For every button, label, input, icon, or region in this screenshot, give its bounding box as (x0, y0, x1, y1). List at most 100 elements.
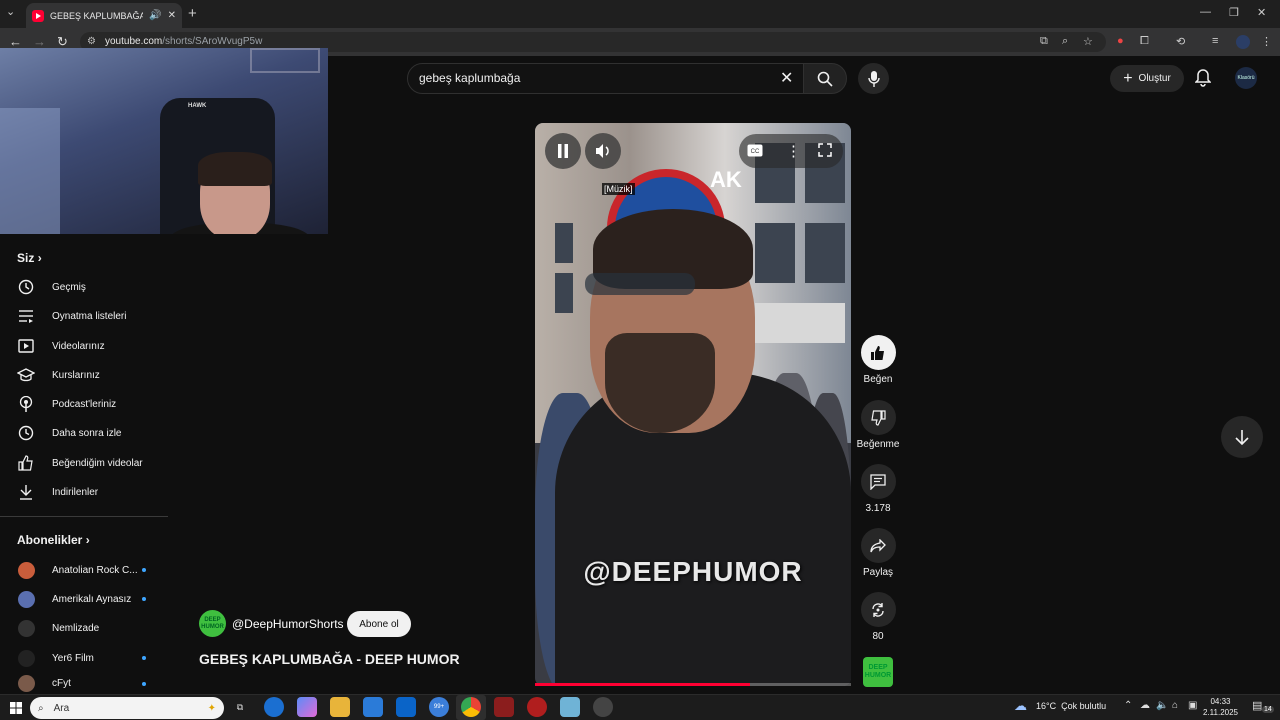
windows-start-icon[interactable] (10, 701, 22, 719)
sidebar-item-label: Geçmiş (52, 281, 86, 293)
sidebar-subscription-item[interactable]: Yer6 Film (0, 644, 168, 672)
sidebar-subscription-item[interactable]: Amerikalı Aynasız (0, 585, 168, 613)
site-info-icon[interactable]: ⚙ (87, 36, 96, 47)
valorant-app-icon[interactable] (527, 697, 547, 717)
sidebar-item-playlists[interactable]: Oynatma listeleri (0, 302, 168, 330)
forward-arrow-icon[interactable]: → (33, 34, 46, 49)
extensions-puzzle-icon[interactable]: ⧠ (1140, 35, 1149, 48)
weather-cloud-icon[interactable]: ☁ (1014, 698, 1027, 714)
volume-button[interactable] (585, 133, 621, 169)
network-icon[interactable]: ⌂ (1172, 700, 1178, 711)
minimize-window-button[interactable]: — (1200, 6, 1211, 18)
account-avatar[interactable]: Klasörü (1235, 67, 1257, 89)
channel-avatar[interactable]: DEEP HUMOR (199, 610, 226, 637)
sidebar-item-history[interactable]: Geçmiş (0, 273, 168, 301)
tray-display-icon[interactable]: ▣ (1188, 700, 1197, 711)
taskbar-search-input[interactable]: ⌕ Ara ✦ (30, 697, 224, 719)
create-label: Oluştur (1138, 73, 1171, 84)
sidebar-item-courses[interactable]: Kurslarınız (0, 361, 168, 389)
dislike-button[interactable]: Beğenme (857, 400, 899, 450)
outlook-icon[interactable] (396, 697, 416, 717)
pause-button[interactable] (545, 133, 581, 169)
create-button[interactable]: + Oluştur (1110, 65, 1184, 92)
closed-captions-icon[interactable]: CC (747, 144, 763, 162)
tab-audio-icon[interactable]: 🔊 (149, 10, 161, 21)
bookmark-star-icon[interactable]: ☆ (1083, 35, 1093, 48)
sidebar-subscription-item[interactable]: Anatolian Rock C... (0, 556, 168, 584)
sidebar-item-downloads[interactable]: İndirilenler (0, 478, 168, 506)
remix-button[interactable]: 80 (857, 592, 899, 642)
file-explorer-icon[interactable] (330, 697, 350, 717)
tab-close-icon[interactable]: ✕ (168, 10, 176, 21)
dislike-circle[interactable] (860, 400, 896, 435)
sidebar-item-watch-later[interactable]: Daha sonra izle (0, 419, 168, 447)
sidebar-subscriptions-heading[interactable]: Abonelikler › (17, 533, 90, 547)
shorts-video-player[interactable]: AK (535, 123, 851, 686)
video-title[interactable]: GEBEŞ KAPLUMBAĞA - DEEP HUMOR (199, 651, 460, 667)
chevron-right-icon: › (85, 533, 90, 547)
more-options-icon[interactable]: ⋮ (786, 142, 801, 160)
remix-circle[interactable] (860, 592, 896, 627)
channel-handle[interactable]: @DeepHumorShorts (232, 617, 344, 631)
edge-browser-icon[interactable] (264, 697, 284, 717)
restore-window-button[interactable]: ❐ (1229, 6, 1239, 19)
microphone-icon (867, 70, 880, 87)
remix-count: 80 (872, 631, 884, 642)
tab-list-button[interactable]: ⌄ (6, 5, 15, 18)
sidebar-subscription-item[interactable]: cFyt (0, 673, 168, 694)
browser-tab-active[interactable]: GEBEŞ KAPLUMBAĞA - DEE 🔊 ✕ (26, 3, 182, 28)
menu-kebab-icon[interactable]: ⋮ (1261, 35, 1272, 48)
whatsapp-badge-icon[interactable]: 99+ (429, 697, 449, 717)
zoom-icon[interactable]: ⌕ (1062, 35, 1068, 48)
subscription-label: cFyt (52, 678, 71, 689)
tray-chevron-up-icon[interactable]: ⌃ (1124, 700, 1132, 711)
video-person-sunglasses (585, 273, 695, 295)
notepad-app-icon[interactable] (560, 697, 580, 717)
obs-app-icon[interactable] (593, 697, 613, 717)
share-button[interactable]: Paylaş (857, 528, 899, 578)
microsoft-store-icon[interactable] (363, 697, 383, 717)
copilot-app-icon[interactable] (297, 697, 317, 717)
share-circle[interactable] (860, 528, 896, 563)
history-toolbar-icon[interactable]: ⟲ (1176, 35, 1185, 48)
notification-center-icon[interactable]: ▤ (1252, 699, 1262, 712)
url-text[interactable]: youtube.com/shorts/SAroWvugP5w (105, 36, 262, 47)
sidebar-item-label: Oynatma listeleri (52, 310, 127, 322)
sidebar-item-podcasts[interactable]: Podcast'leriniz (0, 390, 168, 418)
thumbs-up-icon (871, 345, 884, 360)
next-video-button[interactable] (1221, 416, 1263, 458)
sidebar-subscription-item[interactable]: Nemlizade (0, 614, 168, 642)
close-window-button[interactable]: ✕ (1257, 6, 1266, 19)
taskbar-weather[interactable]: 16°C Çok bulutlu (1036, 701, 1106, 711)
search-button[interactable] (803, 63, 847, 94)
like-button[interactable]: Beğen (857, 335, 899, 385)
new-tab-button[interactable]: + (188, 5, 197, 22)
back-arrow-icon[interactable]: ← (9, 34, 22, 49)
weather-text: Çok bulutlu (1061, 701, 1107, 711)
profile-avatar-icon[interactable] (1236, 35, 1250, 49)
taskbar-clock[interactable]: 04:33 2.11.2025 (1203, 696, 1238, 718)
like-circle[interactable] (860, 335, 896, 370)
volume-icon[interactable]: 🔈 (1156, 700, 1168, 711)
channel-thumbnail-button[interactable]: DEEP HUMOR (863, 657, 893, 687)
extension-red-icon[interactable]: ● (1117, 35, 1124, 47)
chrome-browser-icon[interactable] (461, 697, 481, 717)
voice-search-button[interactable] (858, 63, 889, 94)
sidebar-you-heading[interactable]: Siz › (17, 251, 42, 265)
stream-app-icon[interactable] (494, 697, 514, 717)
video-progress-bar[interactable] (535, 683, 851, 686)
cast-icon[interactable]: ⧉ (1040, 35, 1048, 48)
task-view-icon[interactable]: ⧉ (230, 697, 250, 717)
comments-circle[interactable] (860, 464, 896, 499)
media-control-icon[interactable]: ≡ (1212, 35, 1218, 47)
clear-search-icon[interactable]: ✕ (780, 68, 793, 88)
fullscreen-icon[interactable] (818, 143, 832, 162)
search-query-text[interactable]: gebeş kaplumbağa (419, 71, 520, 85)
tray-cloud-icon[interactable]: ☁ (1140, 700, 1150, 711)
sidebar-item-your-videos[interactable]: Videolarınız (0, 332, 168, 360)
comments-button[interactable]: 3.178 (857, 464, 899, 514)
video-window (805, 223, 845, 283)
subscribe-button[interactable]: Abone ol (347, 611, 411, 637)
sidebar-item-liked-videos[interactable]: Beğendiğim videolar (0, 449, 168, 477)
notifications-bell-icon[interactable] (1194, 69, 1212, 92)
